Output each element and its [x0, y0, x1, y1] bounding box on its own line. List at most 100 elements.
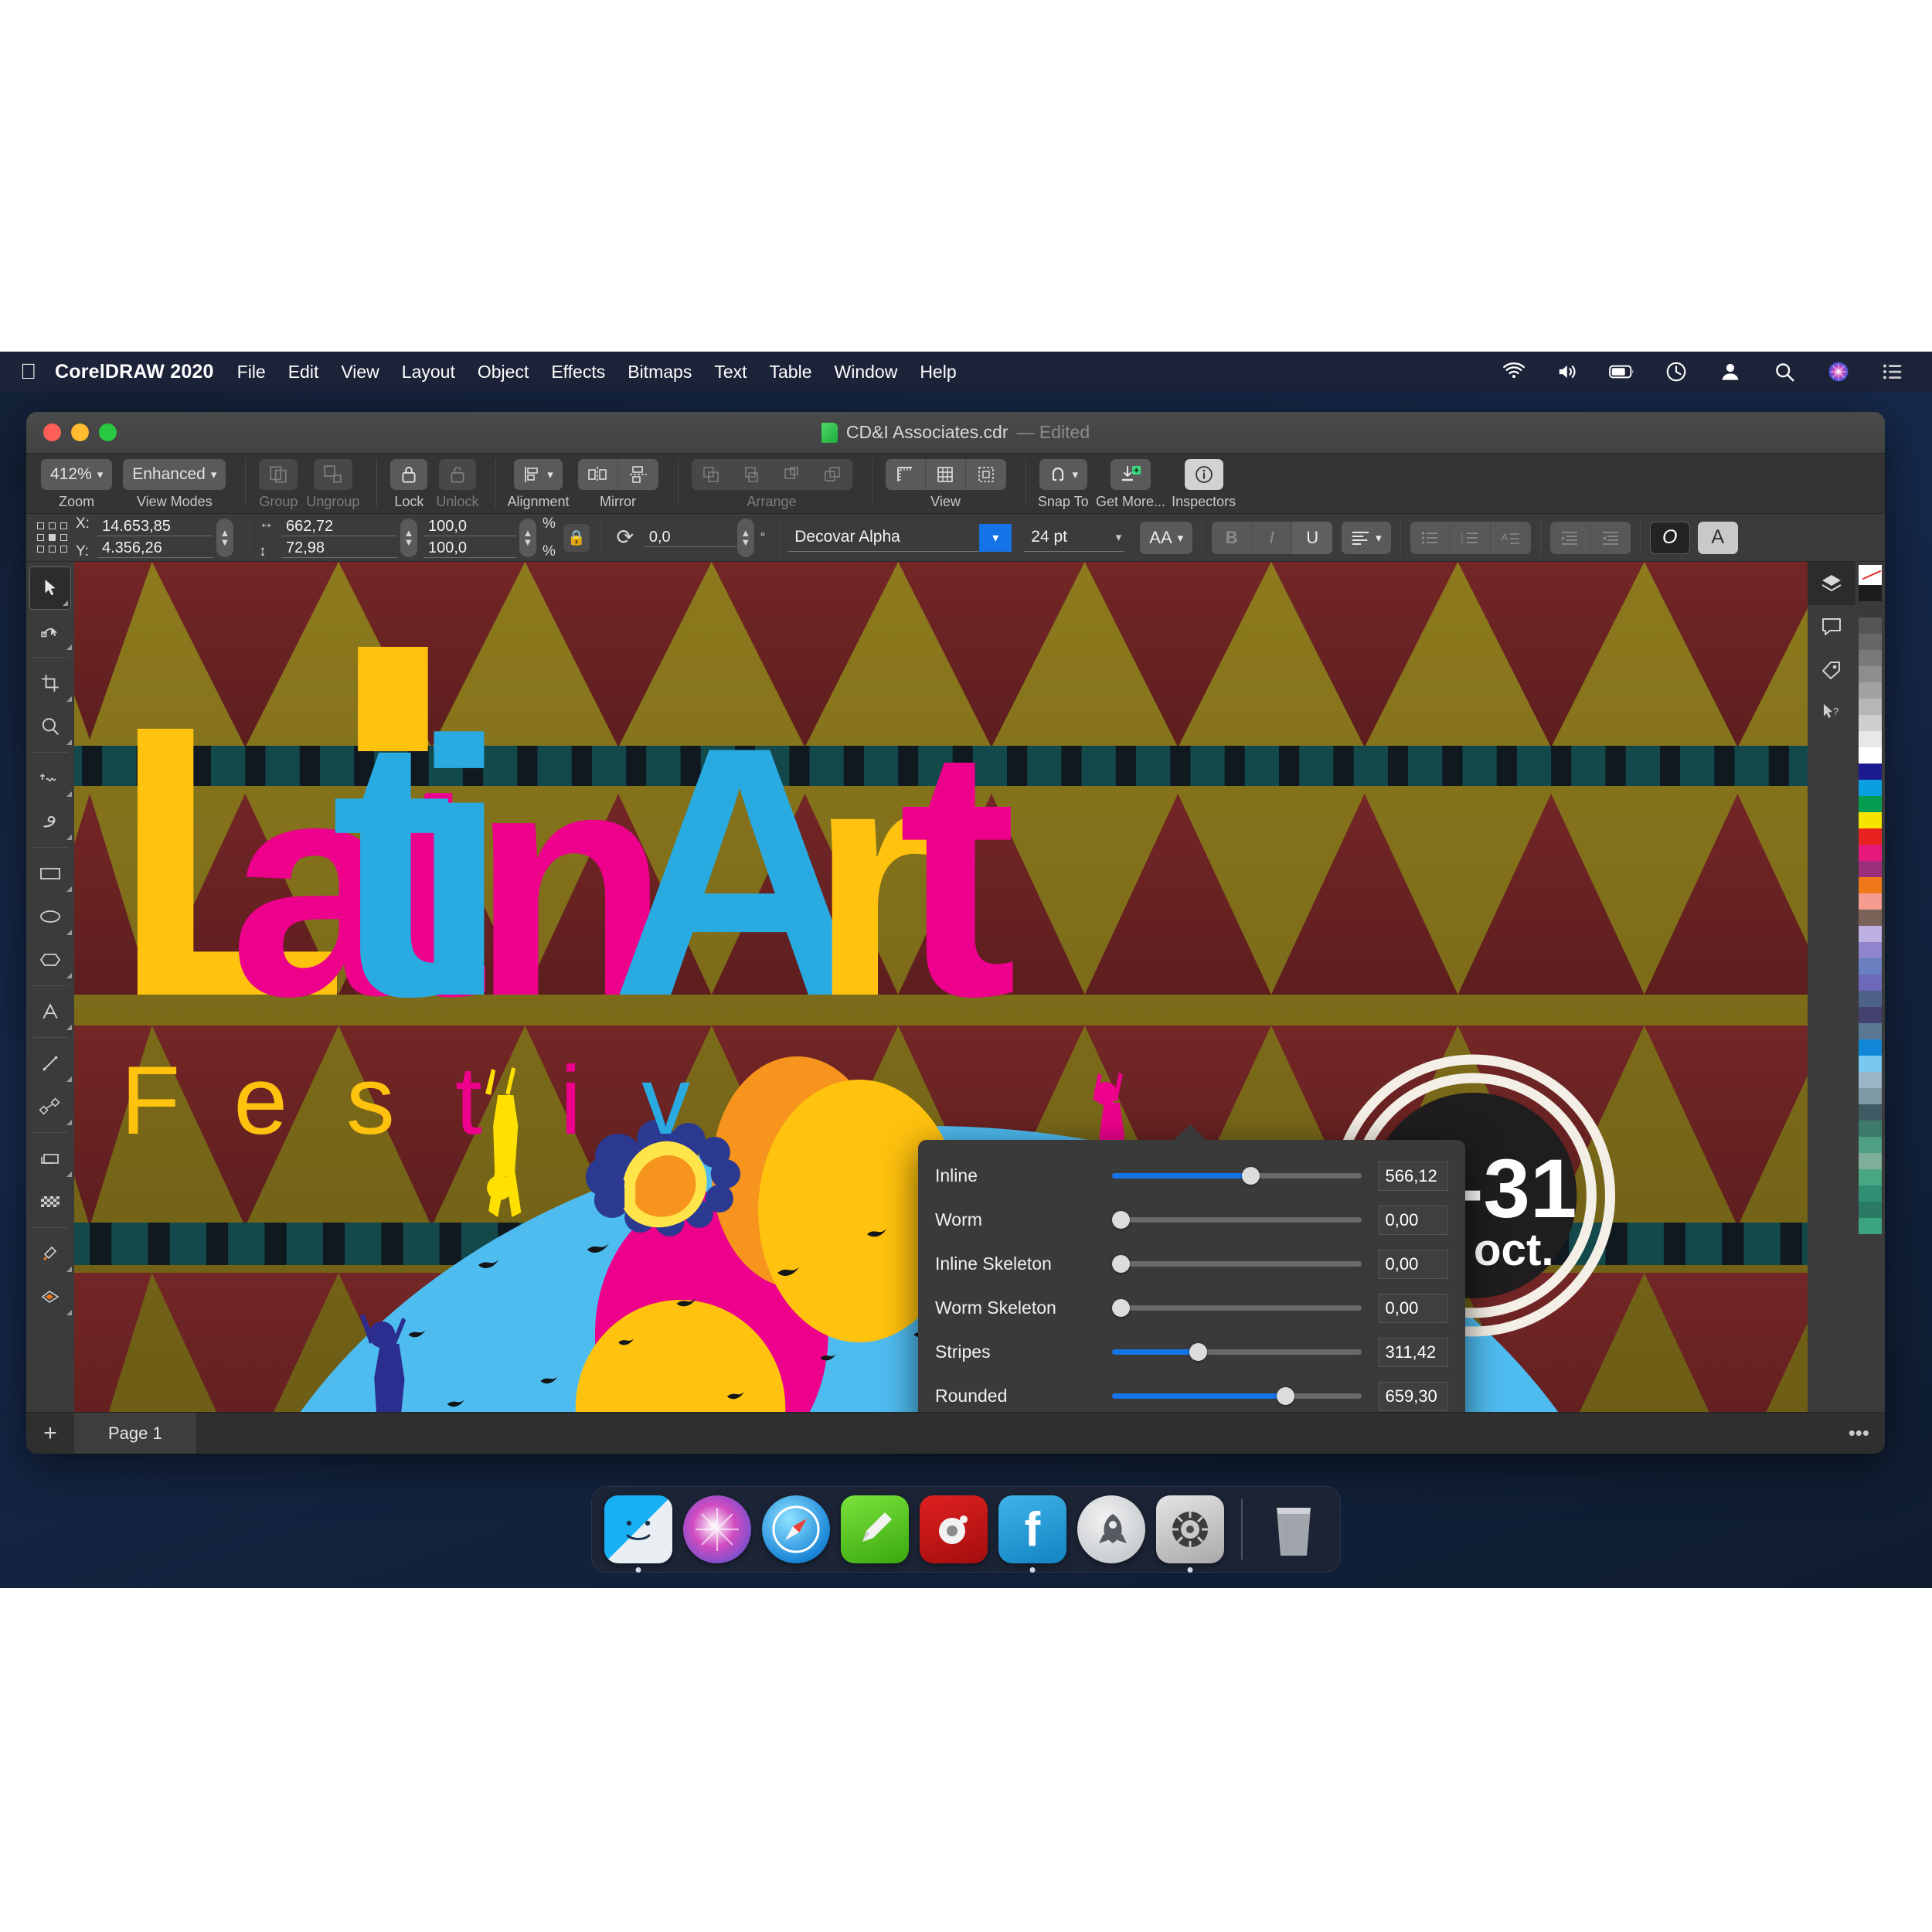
search-icon[interactable]: [1771, 360, 1798, 383]
menu-item-view[interactable]: View: [341, 362, 379, 383]
guides-button[interactable]: [966, 459, 1006, 490]
color-swatch[interactable]: [1859, 877, 1882, 893]
bulleted-list-button[interactable]: [1410, 521, 1451, 554]
axis-slider-knob[interactable]: [1241, 1167, 1260, 1185]
dock-item-fontlab[interactable]: f: [998, 1495, 1066, 1573]
lock-button[interactable]: [390, 459, 428, 490]
color-swatch[interactable]: [1859, 1023, 1882, 1039]
menu-item-table[interactable]: Table: [770, 362, 812, 383]
color-eyedropper-tool[interactable]: [26, 1232, 74, 1275]
wifi-icon[interactable]: [1501, 360, 1527, 383]
axis-value-input[interactable]: 0,00: [1379, 1249, 1449, 1279]
color-swatch[interactable]: [1859, 666, 1882, 682]
arrange-buttons[interactable]: [691, 459, 852, 490]
rotation-reset-icon[interactable]: ⟳: [612, 524, 638, 552]
italic-button[interactable]: I: [1252, 521, 1293, 554]
minimize-button[interactable]: [71, 423, 89, 441]
text-style-buttons[interactable]: B I U: [1212, 521, 1333, 554]
pick-tool[interactable]: [29, 566, 71, 610]
color-swatch[interactable]: [1859, 1153, 1882, 1169]
axis-slider[interactable]: [1112, 1167, 1362, 1185]
ungroup-button[interactable]: [313, 459, 352, 490]
unlock-button[interactable]: [438, 459, 476, 490]
height-input[interactable]: 72,98: [281, 539, 397, 558]
y-position-input[interactable]: 4.356,26: [97, 539, 213, 558]
color-swatch[interactable]: [1859, 747, 1882, 764]
shape-tool[interactable]: [26, 610, 74, 653]
x-position-input[interactable]: 14.653,85: [97, 517, 213, 536]
canvas-area[interactable]: 05-31 oct. L at t i n A r t F e s t i v …: [74, 562, 1808, 1412]
variable-font-button[interactable]: AA ▾: [1140, 521, 1193, 554]
text-outline-button[interactable]: O: [1649, 521, 1690, 554]
rotation-stepper[interactable]: ▲ ▼: [736, 518, 754, 557]
axis-slider[interactable]: [1112, 1387, 1362, 1405]
color-swatch[interactable]: [1859, 634, 1882, 650]
color-swatch[interactable]: [1859, 1088, 1882, 1104]
maximize-button[interactable]: [99, 423, 117, 441]
drop-shadow-tool[interactable]: [26, 1137, 74, 1180]
width-input[interactable]: 662,72: [281, 517, 397, 536]
get-more-button[interactable]: [1111, 459, 1151, 490]
axis-value-input[interactable]: 311,42: [1379, 1337, 1449, 1367]
axis-value-input[interactable]: 0,00: [1379, 1293, 1449, 1323]
axis-slider-knob[interactable]: [1189, 1343, 1208, 1361]
zoom-level-dropdown[interactable]: 412% ▾: [41, 459, 113, 490]
bold-button[interactable]: B: [1212, 521, 1253, 554]
color-swatch[interactable]: [1859, 812, 1882, 828]
text-tool[interactable]: [26, 990, 74, 1033]
color-swatch[interactable]: [1859, 780, 1882, 796]
color-swatch[interactable]: [1859, 699, 1882, 715]
numbered-list-button[interactable]: 12 3: [1451, 521, 1491, 554]
color-swatch[interactable]: [1859, 926, 1882, 942]
arrange-backward-button[interactable]: [771, 459, 812, 490]
objects-inspector-button[interactable]: [1808, 562, 1855, 605]
dock-item-system-preferences[interactable]: [1156, 1495, 1224, 1573]
no-color-swatch[interactable]: [1859, 565, 1882, 585]
chevron-down-icon[interactable]: ▾: [1116, 530, 1122, 544]
axis-slider[interactable]: [1112, 1343, 1362, 1361]
color-swatch[interactable]: [1859, 1072, 1882, 1088]
color-swatch[interactable]: [1859, 1169, 1882, 1185]
zoom-tool[interactable]: [26, 705, 74, 748]
axis-value-input[interactable]: 0,00: [1379, 1205, 1449, 1235]
color-swatch[interactable]: [1859, 1137, 1882, 1153]
color-swatch[interactable]: [1859, 650, 1882, 666]
scale-y-input[interactable]: 100,0: [423, 539, 516, 558]
polygon-tool[interactable]: [26, 938, 74, 981]
color-swatch[interactable]: [1859, 975, 1882, 991]
menu-item-effects[interactable]: Effects: [551, 362, 605, 383]
color-swatch[interactable]: [1859, 682, 1882, 699]
indent-buttons[interactable]: [1549, 521, 1631, 554]
dock-item-trash[interactable]: [1260, 1495, 1328, 1563]
menu-item-file[interactable]: File: [237, 362, 266, 383]
dock-item-siri[interactable]: [683, 1495, 751, 1563]
axis-slider-knob[interactable]: [1276, 1387, 1294, 1405]
color-swatch[interactable]: [1859, 910, 1882, 926]
mirror-horizontal-button[interactable]: [578, 459, 618, 490]
apple-menu-icon[interactable]: : [20, 361, 36, 383]
axis-value-input[interactable]: 566,12: [1379, 1161, 1449, 1191]
axis-slider[interactable]: [1112, 1299, 1362, 1317]
arrange-to-back-button[interactable]: [811, 459, 852, 490]
crop-tool[interactable]: [26, 662, 74, 705]
view-mode-dropdown[interactable]: Enhanced ▾: [123, 459, 226, 490]
menu-item-object[interactable]: Object: [478, 362, 529, 383]
color-swatch[interactable]: [1859, 845, 1882, 861]
axis-slider[interactable]: [1112, 1211, 1362, 1229]
timemachine-icon[interactable]: [1663, 360, 1689, 383]
color-swatch[interactable]: [1859, 1218, 1882, 1234]
page-overflow-button[interactable]: •••: [1849, 1421, 1885, 1445]
arrange-to-front-button[interactable]: [691, 459, 732, 490]
color-swatch[interactable]: [1859, 764, 1882, 780]
scale-stepper[interactable]: ▲ ▼: [519, 518, 536, 557]
menu-item-help[interactable]: Help: [920, 362, 956, 383]
chevron-down-icon[interactable]: ▾: [979, 523, 1012, 552]
axis-value-input[interactable]: 659,30: [1379, 1381, 1449, 1411]
dock-item-finder[interactable]: [604, 1495, 672, 1573]
color-swatch[interactable]: [1859, 1202, 1882, 1218]
color-swatch[interactable]: [1859, 861, 1882, 877]
font-family-select[interactable]: Decovar Alpha ▾: [787, 523, 1012, 552]
ellipse-tool[interactable]: [26, 895, 74, 938]
artistic-media-tool[interactable]: [26, 800, 74, 843]
color-swatch[interactable]: [1859, 828, 1882, 845]
